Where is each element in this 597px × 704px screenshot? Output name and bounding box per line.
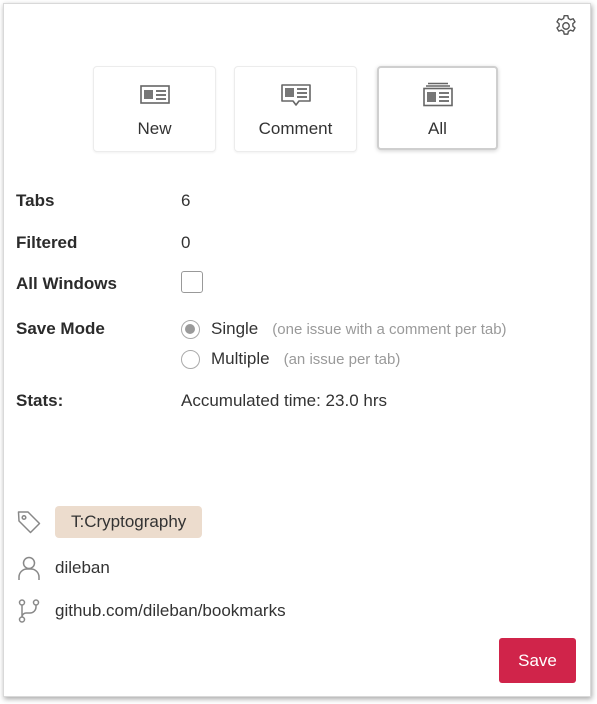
mode-comment-button[interactable]: Comment xyxy=(234,66,357,152)
save-mode-multiple-option[interactable]: Multiple (an issue per tab) xyxy=(181,349,400,369)
mode-comment-label: Comment xyxy=(258,119,333,138)
save-mode-multiple-hint: (an issue per tab) xyxy=(283,350,401,368)
save-button[interactable]: Save xyxy=(499,638,576,683)
mode-all-label: All xyxy=(428,119,447,138)
mode-all-button[interactable]: All xyxy=(377,66,498,150)
stats-label: Stats: xyxy=(16,391,64,410)
stats-value: Accumulated time: 23.0 hrs xyxy=(181,391,387,410)
gear-icon[interactable] xyxy=(553,13,579,39)
save-mode-label: Save Mode xyxy=(16,319,105,338)
comment-icon xyxy=(280,84,311,106)
all-windows-checkbox[interactable] xyxy=(181,271,203,293)
all-tabs-icon xyxy=(422,82,453,107)
tabs-count: 6 xyxy=(181,191,191,210)
mode-new-button[interactable]: New xyxy=(93,66,216,152)
save-mode-single-label: Single xyxy=(211,319,259,338)
save-mode-multiple-label: Multiple xyxy=(211,349,270,368)
filtered-count: 0 xyxy=(181,233,191,252)
repo-path[interactable]: github.com/dileban/bookmarks xyxy=(55,601,286,621)
popup-panel: New Comment All Tabs 6 Filtered 0 All Wi… xyxy=(3,3,591,697)
mode-new-label: New xyxy=(137,119,172,138)
tabs-label: Tabs xyxy=(16,191,55,210)
tag-row: T:Cryptography xyxy=(16,506,203,538)
all-windows-label: All Windows xyxy=(16,274,117,293)
tag-icon xyxy=(17,511,41,534)
save-mode-single-hint: (one issue with a comment per tab) xyxy=(272,320,507,338)
user-name: dileban xyxy=(55,558,110,577)
tag-chip[interactable]: T:Cryptography xyxy=(55,506,203,538)
branch-icon xyxy=(18,599,40,623)
save-mode-single-option[interactable]: Single (one issue with a comment per tab… xyxy=(181,319,507,339)
save-mode-single-radio[interactable] xyxy=(181,319,200,339)
save-mode-multiple-radio[interactable] xyxy=(181,349,200,369)
new-issue-icon xyxy=(139,85,170,104)
user-row: dileban xyxy=(16,555,110,581)
user-icon xyxy=(18,556,40,580)
filtered-label: Filtered xyxy=(16,233,78,252)
repo-row: github.com/dileban/bookmarks xyxy=(16,598,286,624)
